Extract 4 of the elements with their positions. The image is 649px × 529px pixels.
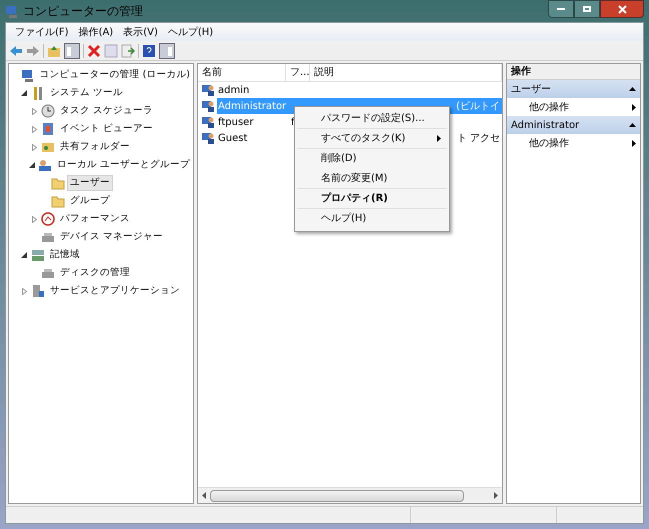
- table-cell-text: ト アクセ: [456, 132, 501, 146]
- actions-header: 操作: [507, 64, 640, 80]
- table-cell-text: (ビルトイ: [456, 100, 501, 114]
- window-title: コンピューターの管理: [23, 3, 143, 20]
